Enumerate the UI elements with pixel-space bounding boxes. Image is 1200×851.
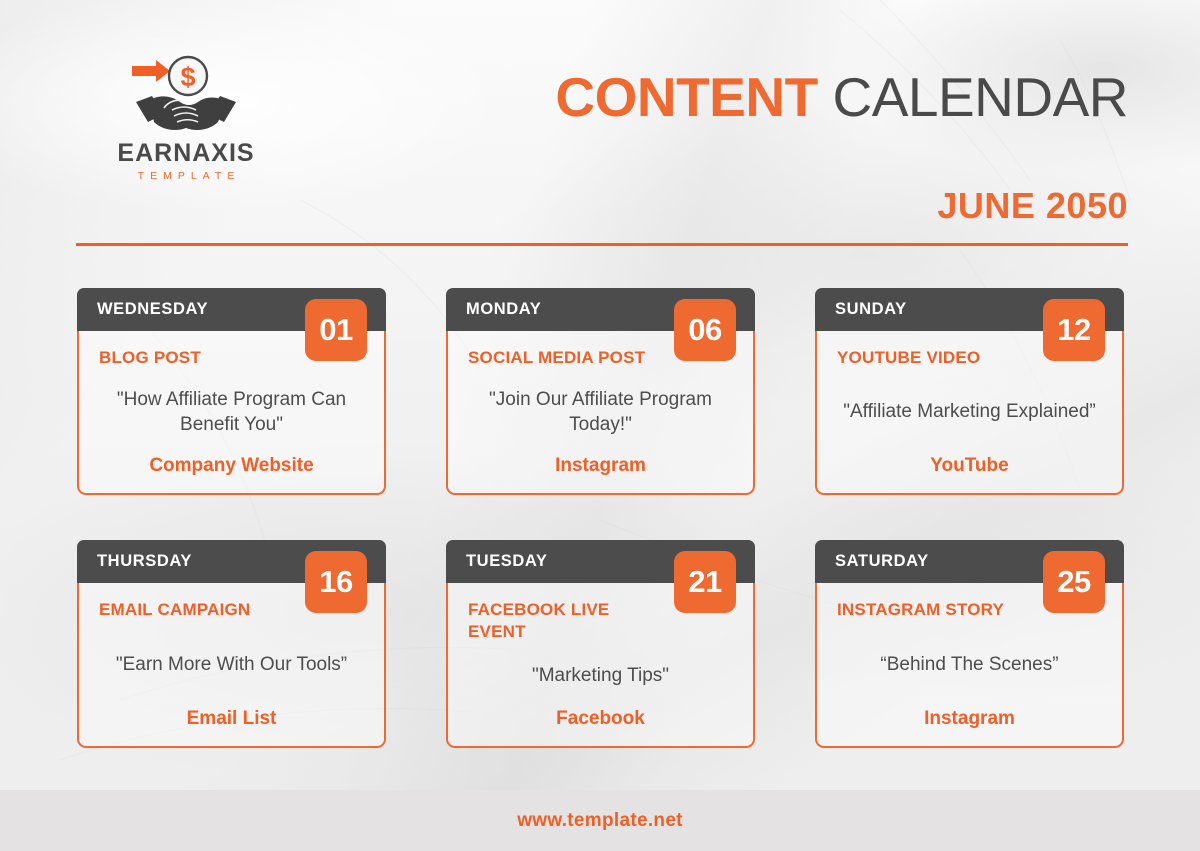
card-day-label: SATURDAY (835, 552, 929, 570)
card-day-label: MONDAY (466, 300, 542, 318)
card-day-label: SUNDAY (835, 300, 907, 318)
brand-tagline: TEMPLATE (137, 170, 241, 183)
card-quote: "Affiliate Marketing Explained” (843, 401, 1096, 423)
page-title: CONTENT CALENDAR (555, 70, 1128, 125)
svg-text:$: $ (180, 62, 195, 92)
page-header: $ EARNAXIS TEMPLATE CONTENT CALENDAR JUN… (0, 0, 1200, 250)
card-quote: "Earn More With Our Tools” (115, 653, 348, 675)
handshake-dollar-arrow-logo-icon: $ (132, 55, 236, 130)
card-date-badge: 12 (1043, 299, 1105, 361)
page-subtitle-month: JUNE 2050 (937, 185, 1128, 226)
header-divider (76, 243, 1128, 246)
calendar-card[interactable]: MONDAY 06 SOCIAL MEDIA POST "Join Our Af… (446, 288, 755, 495)
card-category: FACEBOOK LIVE EVENT (468, 600, 610, 641)
calendar-card[interactable]: SUNDAY 12 YOUTUBE VIDEO "Affiliate Marke… (815, 288, 1124, 495)
card-quote: “Behind The Scenes” (880, 653, 1059, 675)
card-category: INSTAGRAM STORY (837, 600, 1005, 619)
card-category: EMAIL CAMPAIGN (99, 600, 251, 619)
page-footer: www.template.net (0, 790, 1200, 851)
card-day-label: TUESDAY (466, 552, 548, 570)
card-platform: Instagram (555, 455, 646, 476)
card-category: SOCIAL MEDIA POST (468, 348, 646, 367)
card-category: YOUTUBE VIDEO (837, 348, 981, 367)
card-date-badge: 21 (674, 551, 736, 613)
brand-logo: $ EARNAXIS TEMPLATE (76, 52, 296, 182)
card-date-badge: 06 (674, 299, 736, 361)
card-category: BLOG POST (99, 348, 201, 367)
card-quote: "Marketing Tips" (531, 664, 670, 686)
card-date-badge: 25 (1043, 551, 1105, 613)
card-platform: Facebook (556, 708, 645, 729)
page-title-light: CALENDAR (832, 66, 1128, 128)
calendar-card[interactable]: THURSDAY 16 EMAIL CAMPAIGN "Earn More Wi… (77, 540, 386, 748)
calendar-page: $ EARNAXIS TEMPLATE CONTENT CALENDAR JUN… (0, 0, 1200, 851)
page-title-strong: CONTENT (555, 66, 818, 128)
card-quote: "How Affiliate Program Can Benefit You" (116, 388, 347, 435)
calendar-card-grid: WEDNESDAY 01 BLOG POST "How Affiliate Pr… (77, 288, 1127, 748)
calendar-card[interactable]: TUESDAY 21 FACEBOOK LIVE EVENT "Marketin… (446, 540, 755, 748)
card-platform: Email List (186, 708, 277, 729)
calendar-card[interactable]: SATURDAY 25 INSTAGRAM STORY “Behind The … (815, 540, 1124, 748)
card-quote: "Join Our Affiliate Program Today!" (489, 388, 712, 435)
card-platform: Instagram (924, 708, 1015, 729)
card-day-label: WEDNESDAY (97, 300, 209, 318)
card-platform: Company Website (149, 455, 314, 476)
brand-name: EARNAXIS (117, 139, 255, 167)
calendar-card[interactable]: WEDNESDAY 01 BLOG POST "How Affiliate Pr… (77, 288, 386, 495)
card-date-badge: 16 (305, 551, 367, 613)
card-date-badge: 01 (305, 299, 367, 361)
footer-website-link[interactable]: www.template.net (517, 810, 683, 832)
card-day-label: THURSDAY (97, 552, 192, 570)
card-platform: YouTube (930, 455, 1009, 476)
